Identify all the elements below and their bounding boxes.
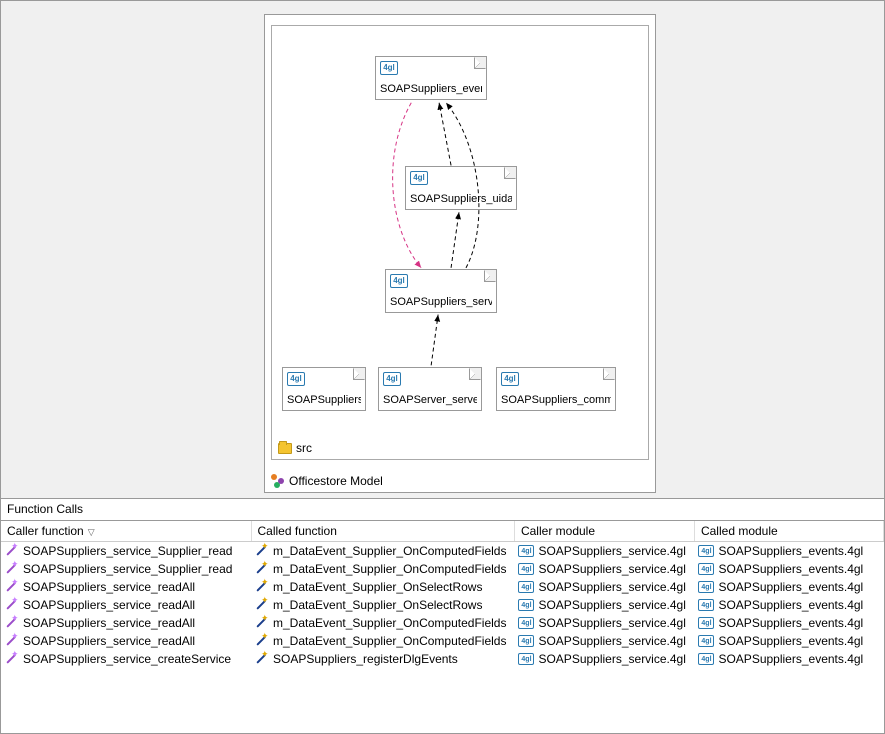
function-icon bbox=[255, 598, 269, 612]
cell-text: SOAPSuppliers_service.4gl bbox=[538, 544, 685, 558]
model-label: Officestore Model bbox=[271, 474, 383, 488]
function-icon bbox=[5, 598, 19, 612]
src-label-text: src bbox=[296, 441, 312, 455]
cell-text: SOAPSuppliers_service.4gl bbox=[538, 562, 685, 576]
app-window: 4gl SOAPSuppliers_events 4gl SOAPSupplie… bbox=[0, 0, 885, 734]
fgl-icon: 4gl bbox=[698, 653, 714, 665]
cell-text: m_DataEvent_Supplier_OnComputedFields bbox=[273, 634, 506, 648]
cell-text: m_DataEvent_Supplier_OnSelectRows bbox=[273, 598, 482, 612]
fgl-icon: 4gl bbox=[518, 563, 534, 575]
function-calls-title: Function Calls bbox=[1, 499, 884, 521]
cell-text: m_DataEvent_Supplier_OnComputedFields bbox=[273, 562, 506, 576]
fgl-icon: 4gl bbox=[518, 635, 534, 647]
node-label: SOAPSuppliers_uidata bbox=[410, 193, 512, 205]
function-calls-grid[interactable]: Caller function▽ Called function Caller … bbox=[1, 521, 884, 733]
function-icon bbox=[255, 580, 269, 594]
table-row[interactable]: SOAPSuppliers_service_createService SOAPS… bbox=[1, 650, 884, 668]
fgl-icon: 4gl bbox=[698, 581, 714, 593]
fgl-icon: 4gl bbox=[518, 581, 534, 593]
cell-text: SOAPSuppliers_events.4gl bbox=[718, 580, 863, 594]
node-soapsuppliers-common[interactable]: 4gl SOAPSuppliers_common bbox=[496, 367, 616, 411]
cell-text: SOAPSuppliers_events.4gl bbox=[718, 562, 863, 576]
cell-text: SOAPSuppliers_service_readAll bbox=[23, 616, 195, 630]
function-icon bbox=[5, 544, 19, 558]
cell-text: SOAPSuppliers_service.4gl bbox=[538, 598, 685, 612]
function-calls-table: Caller function▽ Called function Caller … bbox=[1, 521, 884, 668]
cell-text: SOAPSuppliers_service_readAll bbox=[23, 634, 195, 648]
table-row[interactable]: SOAPSuppliers_service_readAll m_DataEvent… bbox=[1, 578, 884, 596]
table-row[interactable]: SOAPSuppliers_service_readAll m_DataEvent… bbox=[1, 632, 884, 650]
fgl-icon: 4gl bbox=[518, 653, 534, 665]
node-label: SOAPServer_server bbox=[383, 394, 477, 406]
fgl-icon: 4gl bbox=[698, 617, 714, 629]
function-icon bbox=[5, 580, 19, 594]
fgl-icon: 4gl bbox=[518, 617, 534, 629]
cell-text: m_DataEvent_Supplier_OnComputedFields bbox=[273, 616, 506, 630]
table-row[interactable]: SOAPSuppliers_service_Supplier_read m_Dat… bbox=[1, 542, 884, 561]
function-icon bbox=[255, 562, 269, 576]
cell-text: SOAPSuppliers_events.4gl bbox=[718, 652, 863, 666]
function-icon bbox=[255, 634, 269, 648]
cell-text: SOAPSuppliers_events.4gl bbox=[718, 634, 863, 648]
node-label: SOAPSuppliers_common bbox=[501, 394, 611, 406]
table-row[interactable]: SOAPSuppliers_service_readAll m_DataEvent… bbox=[1, 596, 884, 614]
node-label: SOAPSuppliers_events bbox=[380, 83, 482, 95]
cell-text: m_DataEvent_Supplier_OnSelectRows bbox=[273, 580, 482, 594]
cell-text: SOAPSuppliers_service.4gl bbox=[538, 580, 685, 594]
model-icon bbox=[271, 474, 285, 488]
node-soapsuppliers-uidata[interactable]: 4gl SOAPSuppliers_uidata bbox=[405, 166, 517, 210]
model-container: 4gl SOAPSuppliers_events 4gl SOAPSupplie… bbox=[264, 14, 656, 493]
fgl-icon: 4gl bbox=[698, 635, 714, 647]
node-label: SOAPSuppliers_service bbox=[390, 296, 492, 308]
cell-text: SOAPSuppliers_service.4gl bbox=[538, 652, 685, 666]
node-soapsuppliers-events[interactable]: 4gl SOAPSuppliers_events bbox=[375, 56, 487, 100]
model-label-text: Officestore Model bbox=[289, 474, 383, 488]
function-icon bbox=[5, 652, 19, 666]
col-called-function[interactable]: Called function bbox=[251, 521, 514, 542]
cell-text: SOAPSuppliers_service_readAll bbox=[23, 580, 195, 594]
folder-icon bbox=[278, 443, 292, 454]
function-icon bbox=[255, 616, 269, 630]
function-icon bbox=[5, 634, 19, 648]
sort-indicator-icon: ▽ bbox=[88, 527, 95, 537]
cell-text: SOAPSuppliers_service.4gl bbox=[538, 616, 685, 630]
cell-text: SOAPSuppliers_service_Supplier_read bbox=[23, 562, 232, 576]
cell-text: SOAPSuppliers_events.4gl bbox=[718, 616, 863, 630]
col-caller-module[interactable]: Caller module bbox=[514, 521, 694, 542]
fgl-icon: 4gl bbox=[518, 599, 534, 611]
fgl-icon: 4gl bbox=[383, 372, 401, 386]
fgl-icon: 4gl bbox=[390, 274, 408, 288]
cell-text: SOAPSuppliers_service_readAll bbox=[23, 598, 195, 612]
cell-text: SOAPSuppliers_service.4gl bbox=[538, 634, 685, 648]
fgl-icon: 4gl bbox=[518, 545, 534, 557]
function-icon bbox=[255, 544, 269, 558]
node-soapsuppliers-service[interactable]: 4gl SOAPSuppliers_service bbox=[385, 269, 497, 313]
col-caller-function[interactable]: Caller function▽ bbox=[1, 521, 251, 542]
table-row[interactable]: SOAPSuppliers_service_readAll m_DataEvent… bbox=[1, 614, 884, 632]
function-icon bbox=[255, 652, 269, 666]
cell-text: SOAPSuppliers_registerDlgEvents bbox=[273, 652, 458, 666]
src-folder-label: src bbox=[278, 441, 312, 455]
cell-text: m_DataEvent_Supplier_OnComputedFields bbox=[273, 544, 506, 558]
fgl-icon: 4gl bbox=[698, 563, 714, 575]
node-soapserver-server[interactable]: 4gl SOAPServer_server bbox=[378, 367, 482, 411]
function-icon bbox=[5, 616, 19, 630]
dependency-diagram-panel[interactable]: 4gl SOAPSuppliers_events 4gl SOAPSupplie… bbox=[1, 1, 884, 499]
cell-text: SOAPSuppliers_service_createService bbox=[23, 652, 231, 666]
cell-text: SOAPSuppliers_events.4gl bbox=[718, 544, 863, 558]
node-label: SOAPSuppliers bbox=[287, 394, 361, 406]
fgl-icon: 4gl bbox=[410, 171, 428, 185]
fgl-icon: 4gl bbox=[698, 599, 714, 611]
fgl-icon: 4gl bbox=[380, 61, 398, 75]
cell-text: SOAPSuppliers_events.4gl bbox=[718, 598, 863, 612]
col-called-module[interactable]: Called module bbox=[694, 521, 883, 542]
function-icon bbox=[5, 562, 19, 576]
fgl-icon: 4gl bbox=[287, 372, 305, 386]
src-folder-container: 4gl SOAPSuppliers_events 4gl SOAPSupplie… bbox=[271, 25, 649, 460]
fgl-icon: 4gl bbox=[698, 545, 714, 557]
table-row[interactable]: SOAPSuppliers_service_Supplier_read m_Dat… bbox=[1, 560, 884, 578]
node-soapsuppliers[interactable]: 4gl SOAPSuppliers bbox=[282, 367, 366, 411]
cell-text: SOAPSuppliers_service_Supplier_read bbox=[23, 544, 232, 558]
fgl-icon: 4gl bbox=[501, 372, 519, 386]
